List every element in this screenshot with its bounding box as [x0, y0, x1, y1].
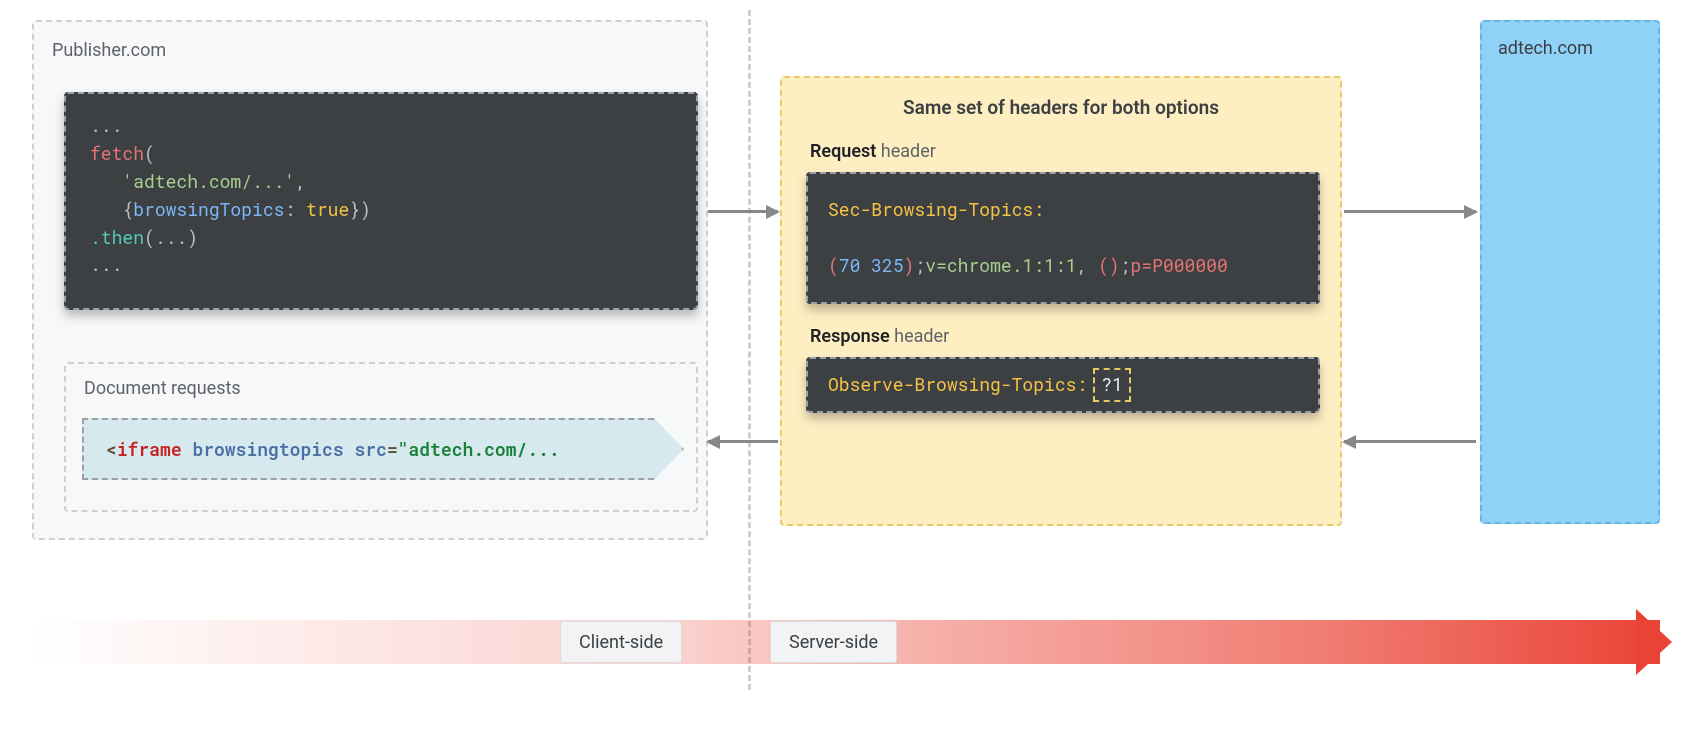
response-header-label: Response header [810, 326, 1340, 347]
code-then-args: (...) [144, 225, 198, 249]
publisher-label: Publisher.com [52, 40, 166, 61]
req-n2: 325 [871, 253, 903, 277]
arrow-fetch-to-headers [708, 210, 778, 213]
req-comma: , [1077, 253, 1099, 277]
code-colon: : [284, 197, 295, 221]
code-dots: ... [90, 113, 122, 137]
headers-title: Same set of headers for both options [782, 78, 1340, 119]
request-header-code: Sec-Browsing-Topics: (70 325);v=chrome.1… [806, 172, 1320, 304]
resp-header-value: ?1 [1093, 368, 1131, 402]
iframe-eq: = [387, 437, 398, 461]
req-p3: () [1098, 253, 1120, 277]
gradient-arrowhead-icon [1636, 609, 1672, 675]
req-p1: ( [828, 253, 839, 277]
req-n1: 70 [839, 253, 861, 277]
iframe-code-chip: <iframe browsingtopics src="adtech.com/.… [82, 418, 684, 480]
server-side-label: Server-side [770, 621, 897, 663]
resp-header-name: Observe-Browsing-Topics: [828, 371, 1087, 399]
adtech-box: adtech.com [1480, 20, 1660, 524]
request-header-label: Request header [810, 141, 1340, 162]
code-dots2: ... [90, 252, 122, 276]
code-true: true [306, 197, 349, 221]
code-fetch-kw: fetch [90, 141, 144, 165]
arrow-adtech-to-response [1344, 440, 1476, 443]
req-header-name: Sec-Browsing-Topics: [828, 197, 1044, 221]
code-url: 'adtech.com/...' [122, 169, 295, 193]
document-requests-label: Document requests [84, 378, 241, 399]
req-pkey: p= [1131, 253, 1153, 277]
client-side-label: Client-side [560, 621, 682, 663]
iframe-attr2: src [354, 437, 386, 461]
document-requests-box: Document requests <iframe browsingtopics… [64, 362, 698, 512]
code-option-key: browsingTopics [133, 197, 284, 221]
code-brace-close: } [349, 197, 360, 221]
req-semi2: ; [1120, 253, 1131, 277]
iframe-val: "adtech.com/... [398, 437, 560, 461]
fetch-code-block: ... fetch( 'adtech.com/...', {browsingTo… [64, 92, 698, 310]
code-brace-open: { [122, 197, 133, 221]
code-comma: , [295, 169, 306, 193]
req-p2: ) [904, 253, 915, 277]
client-server-divider [748, 10, 751, 690]
iframe-tag: iframe [117, 437, 182, 461]
code-paren-close: ) [360, 197, 371, 221]
adtech-label: adtech.com [1498, 38, 1593, 59]
headers-panel: Same set of headers for both options Req… [780, 76, 1342, 526]
req-vkey: v= [925, 253, 947, 277]
diagram-canvas: Publisher.com ... fetch( 'adtech.com/...… [20, 20, 1672, 714]
iframe-lt: < [106, 437, 117, 461]
req-pval: P000000 [1152, 253, 1228, 277]
iframe-attr1: browsingtopics [192, 437, 343, 461]
req-vval: chrome.1:1:1 [947, 253, 1077, 277]
publisher-box: Publisher.com ... fetch( 'adtech.com/...… [32, 20, 708, 540]
arrow-response-to-document [708, 440, 778, 443]
code-then: .then [90, 225, 144, 249]
arrow-request-to-adtech [1344, 210, 1476, 213]
req-semi: ; [914, 253, 925, 277]
response-header-code: Observe-Browsing-Topics: ?1 [806, 357, 1320, 413]
code-paren-open: ( [144, 141, 155, 165]
